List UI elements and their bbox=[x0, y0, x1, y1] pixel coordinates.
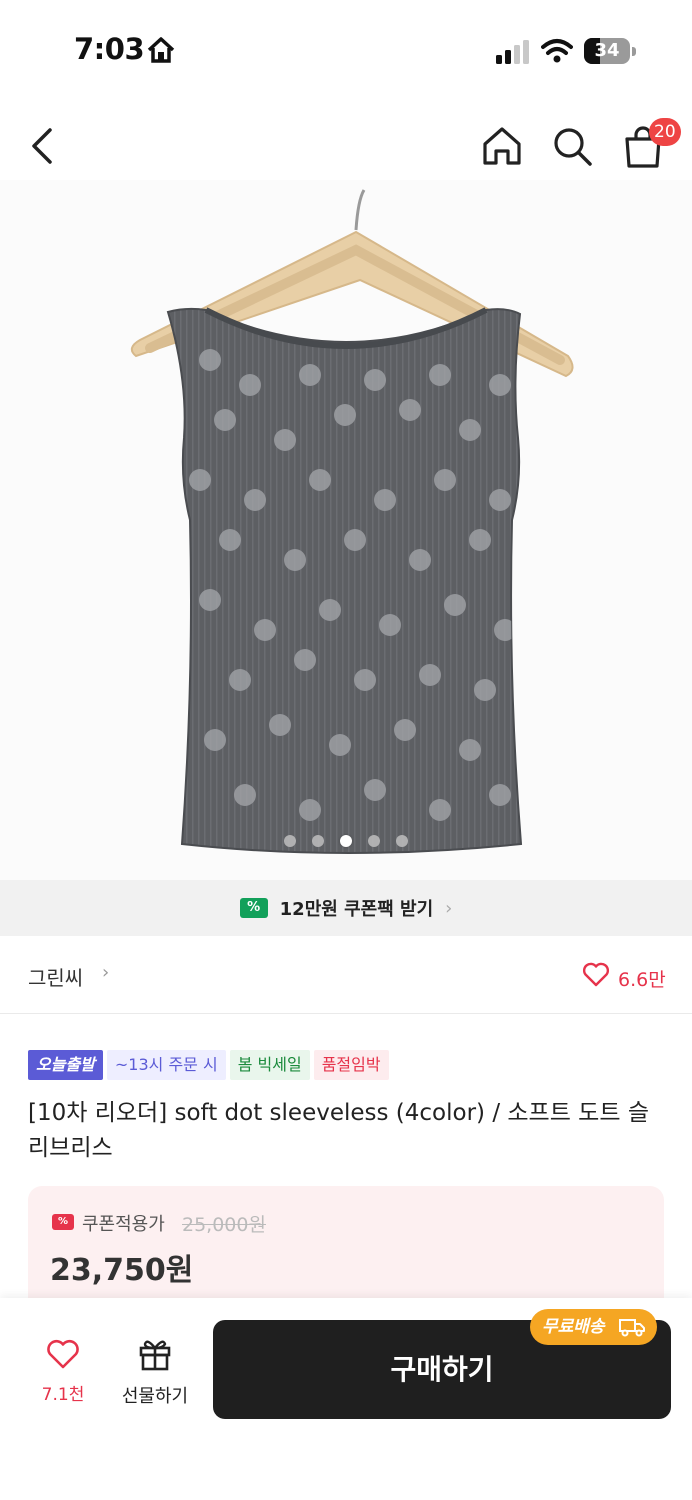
wishlist-button[interactable]: 7.1천 bbox=[30, 1338, 96, 1408]
final-price: 23,750원 bbox=[50, 1253, 194, 1288]
coupon-banner-text: 12만원 쿠폰팩 받기 bbox=[279, 899, 434, 920]
tag-almost-sold-out: 품절임박 bbox=[313, 1050, 389, 1080]
seller-name-link[interactable]: 그린씨 bbox=[28, 962, 83, 991]
product-image-carousel[interactable] bbox=[0, 180, 692, 880]
coupon-price-label: 쿠폰적용가 bbox=[82, 1214, 165, 1235]
status-time: 7:03 bbox=[74, 32, 145, 66]
back-arrow-icon[interactable] bbox=[22, 124, 62, 168]
battery-icon: 34 bbox=[584, 38, 636, 64]
chevron-right-icon: › bbox=[102, 962, 110, 983]
truck-icon bbox=[619, 1319, 645, 1337]
search-icon[interactable] bbox=[550, 124, 594, 168]
original-price: 25,000원 bbox=[182, 1214, 266, 1236]
chevron-right-icon: › bbox=[445, 897, 453, 919]
gift-label: 선물하기 bbox=[121, 1386, 189, 1407]
carousel-dot[interactable] bbox=[396, 835, 408, 847]
status-bar: 7:03 34 bbox=[0, 0, 692, 100]
wishlist-count: 7.1천 bbox=[41, 1385, 85, 1405]
carousel-dot[interactable] bbox=[284, 835, 296, 847]
heart-outline-icon bbox=[47, 1339, 79, 1369]
gift-icon bbox=[139, 1340, 171, 1371]
carousel-dot[interactable] bbox=[368, 835, 380, 847]
product-tags: 오늘출발 ~13시 주문 시 봄 빅세일 품절임박 bbox=[28, 1050, 389, 1080]
seller-like-count: 6.6만 bbox=[618, 969, 666, 991]
home-icon[interactable] bbox=[480, 124, 524, 168]
tag-order-cutoff: ~13시 주문 시 bbox=[106, 1050, 226, 1080]
cellular-signal-icon bbox=[496, 40, 529, 64]
wifi-icon bbox=[541, 39, 573, 63]
battery-level: 34 bbox=[594, 40, 620, 61]
product-title: [10차 리오더] soft dot sleeveless (4color) /… bbox=[28, 1100, 649, 1161]
heart-outline-icon[interactable] bbox=[582, 960, 610, 988]
coupon-pack-banner[interactable]: % 12만원 쿠폰팩 받기 › bbox=[0, 880, 692, 936]
cart-count-badge: 20 bbox=[649, 118, 681, 146]
carousel-indicator bbox=[0, 831, 692, 851]
tag-spring-sale: 봄 빅세일 bbox=[229, 1050, 310, 1080]
gift-button[interactable]: 선물하기 bbox=[112, 1336, 198, 1408]
product-photo bbox=[130, 189, 574, 854]
carousel-dot-active[interactable] bbox=[340, 835, 352, 847]
tag-same-day-shipping: 오늘출발 bbox=[28, 1050, 103, 1080]
coupon-price-icon: % bbox=[52, 1214, 74, 1230]
home-status-icon bbox=[147, 37, 175, 63]
coupon-icon: % bbox=[239, 898, 268, 918]
carousel-dot[interactable] bbox=[312, 835, 324, 847]
